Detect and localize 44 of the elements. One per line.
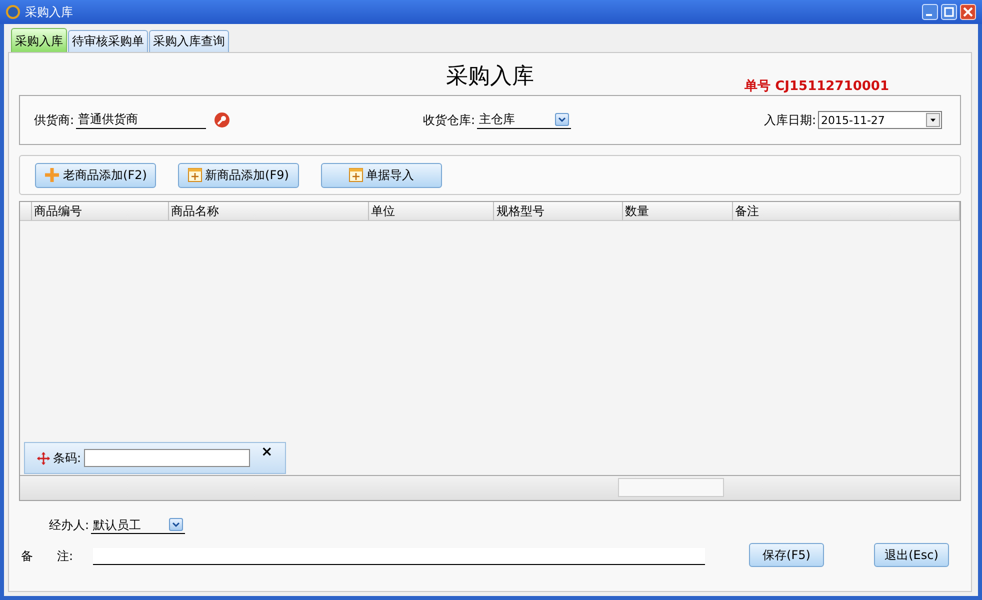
order-number: 单号 CJ15112710001	[744, 78, 889, 95]
field-label: 入库日期:	[764, 112, 816, 128]
maximize-icon[interactable]	[941, 4, 957, 20]
barcode-input[interactable]	[84, 449, 250, 467]
remark-field[interactable]	[93, 548, 705, 565]
dropdown-icon[interactable]	[926, 113, 940, 127]
column-header[interactable]: 数量	[622, 202, 734, 220]
handler-select[interactable]: 默认员工	[91, 517, 185, 534]
tab[interactable]: 采购入库	[11, 28, 67, 52]
plus-icon	[44, 167, 60, 183]
column-header[interactable]: 备注	[733, 202, 960, 220]
app-icon	[6, 5, 20, 19]
horizontal-scrollbar[interactable]	[20, 475, 960, 500]
add-box-icon	[349, 168, 363, 182]
form-heading: 采购入库	[446, 63, 534, 91]
toolbar-button[interactable]: 单据导入	[321, 162, 442, 188]
close-icon[interactable]	[960, 4, 976, 20]
warehouse-select[interactable]: 主仓库	[477, 112, 572, 128]
move-icon[interactable]	[37, 452, 50, 464]
field-label: 收货仓库:	[422, 112, 476, 128]
field-label: 供货商:	[34, 112, 74, 128]
key-icon[interactable]	[214, 112, 230, 128]
scroll-thumb[interactable]	[618, 478, 724, 497]
action-button[interactable]: 保存(F5)	[749, 543, 824, 567]
window-title: 采购入库	[25, 4, 73, 20]
field-label: 备 注:	[20, 548, 74, 565]
dropdown-icon[interactable]	[555, 112, 570, 126]
date-picker[interactable]: 2015-11-27	[818, 111, 942, 129]
dropdown-icon[interactable]	[169, 518, 183, 531]
field-label: 经办人:	[48, 517, 89, 534]
tab[interactable]: 待审核采购单	[68, 30, 148, 52]
action-button[interactable]: 退出(Esc)	[874, 543, 949, 567]
supplier-field[interactable]: 普通供货商	[76, 112, 206, 128]
column-header[interactable]: 商品名称	[169, 202, 370, 220]
tab[interactable]: 采购入库查询	[149, 30, 229, 52]
toolbar-button[interactable]: 新商品添加(F9)	[178, 162, 299, 188]
minimize-icon[interactable]	[922, 4, 938, 20]
column-header[interactable]: 商品编号	[32, 202, 170, 220]
field-label: 条码:	[53, 450, 82, 466]
toolbar-button[interactable]: 老商品添加(F2)	[35, 162, 156, 188]
add-box-icon	[188, 168, 202, 182]
column-header[interactable]: 规格型号	[494, 202, 623, 220]
column-header[interactable]: 单位	[369, 202, 494, 220]
close-button[interactable]: ×	[261, 444, 273, 460]
